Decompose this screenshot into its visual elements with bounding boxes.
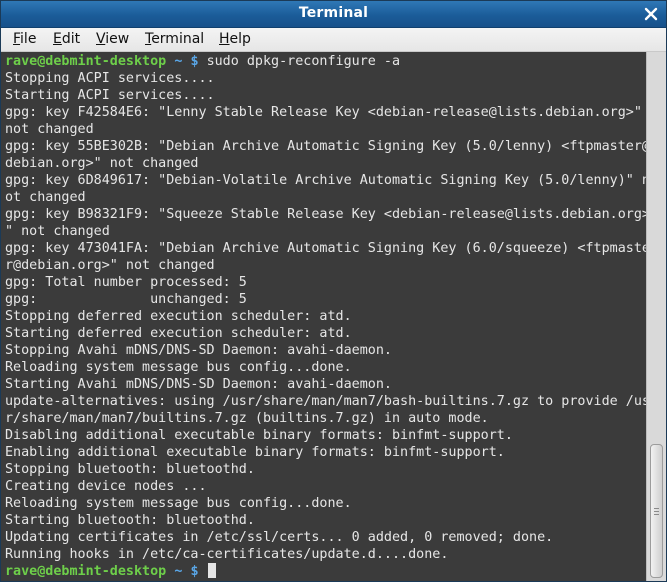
output-line: Running hooks in /etc/ca-certificates/up… [5, 547, 449, 562]
menu-file[interactable]: File [11, 30, 38, 48]
prompt-user-host: rave@debmint-desktop [5, 54, 167, 69]
prompt-path: ~ [174, 54, 183, 69]
output-line: Disabling additional executable binary f… [5, 428, 513, 443]
output-line: gpg: key F42584E6: "Lenny Stable Release… [5, 105, 642, 120]
output-line: gpg: key 6D849617: "Debian-Volatile Arch… [5, 173, 646, 188]
close-button[interactable] [644, 7, 658, 21]
window-title: Terminal [298, 5, 369, 21]
terminal-window: Terminal File Edit View Terminal Help ra… [0, 0, 667, 582]
output-line: Stopping deferred execution scheduler: a… [5, 309, 352, 324]
output-line: Stopping bluetooth: bluetoothd. [5, 462, 255, 477]
menu-terminal[interactable]: Terminal [143, 30, 206, 48]
menu-help[interactable]: Help [217, 30, 253, 48]
output-line: r/share/man/man7/builtins.7.gz (builtins… [5, 411, 489, 426]
menu-edit[interactable]: Edit [51, 30, 82, 48]
prompt-symbol: $ [190, 564, 199, 579]
output-line: Updating certificates in /etc/ssl/certs.… [5, 530, 554, 545]
output-line: gpg: Total number processed: 5 [5, 275, 247, 290]
output-line: gpg: key 55BE302B: "Debian Archive Autom… [5, 139, 646, 154]
scrollbar-thumb[interactable] [650, 444, 663, 578]
output-line: Reloading system message bus config...do… [5, 496, 352, 511]
output-line: " not changed [5, 224, 110, 239]
output-line: Starting Avahi mDNS/DNS-SD Daemon: avahi… [5, 377, 392, 392]
output-line: Enabling additional executable binary fo… [5, 445, 505, 460]
output-line: gpg: key B98321F9: "Squeeze Stable Relea… [5, 207, 646, 222]
output-line: Starting ACPI services.... [5, 88, 215, 103]
output-line: gpg: key 473041FA: "Debian Archive Autom… [5, 241, 646, 256]
grip-line [654, 511, 659, 512]
output-line: Reloading system message bus config...do… [5, 360, 352, 375]
output-line: r@debian.org>" not changed [5, 258, 215, 273]
command-line: rave@debmint-desktop ~ $ sudo dpkg-recon… [5, 53, 400, 70]
menu-view[interactable]: View [94, 30, 131, 48]
prompt-user-host: rave@debmint-desktop [5, 564, 167, 579]
grip-line [654, 508, 659, 509]
vertical-scrollbar[interactable] [646, 52, 666, 581]
output-line: debian.org>" not changed [5, 156, 199, 171]
command-text: sudo dpkg-reconfigure -a [206, 54, 401, 69]
output-line: Starting bluetooth: bluetoothd. [5, 513, 255, 528]
terminal-output-area[interactable]: rave@debmint-desktop ~ $ sudo dpkg-recon… [1, 52, 646, 581]
output-line: Creating device nodes ... [5, 479, 207, 494]
title-bar[interactable]: Terminal [1, 1, 666, 28]
output-line: update-alternatives: using /usr/share/ma… [5, 394, 646, 409]
output-line: Starting deferred execution scheduler: a… [5, 326, 352, 341]
output-line: not changed [5, 122, 94, 137]
grip-line [654, 514, 659, 515]
menu-bar: File Edit View Terminal Help [1, 28, 666, 52]
prompt-path: ~ [174, 564, 183, 579]
prompt-symbol: $ [190, 54, 199, 69]
output-line: Stopping ACPI services.... [5, 71, 215, 86]
output-line: ot changed [5, 190, 86, 205]
current-prompt-line[interactable]: rave@debmint-desktop ~ $ [5, 563, 216, 580]
output-line: gpg: unchanged: 5 [5, 292, 247, 307]
output-line: Stopping Avahi mDNS/DNS-SD Daemon: avahi… [5, 343, 392, 358]
close-icon [644, 7, 658, 21]
text-cursor [207, 563, 216, 578]
